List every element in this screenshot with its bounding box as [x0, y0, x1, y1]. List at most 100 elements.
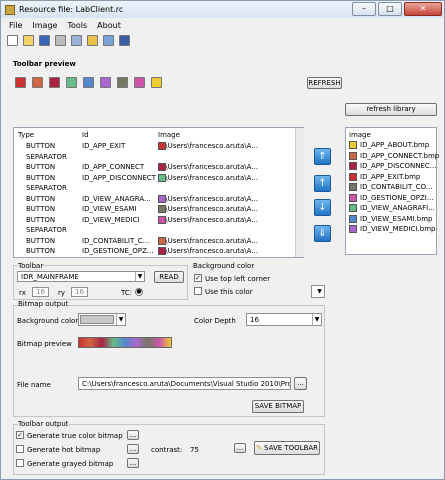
- library-item[interactable]: ID_APP_DISCONNEC...: [349, 162, 436, 170]
- row-image: C:\Users\francesco.aruta\A...: [158, 163, 258, 171]
- library-item[interactable]: ID_GESTIONE_OPZI...: [349, 193, 434, 202]
- table-row[interactable]: BUTTON ID_CONTABILIT_C... C:\Users\frances…: [14, 236, 294, 247]
- toolbar-group-label: Toolbar: [18, 262, 44, 270]
- grayed-bitmap-browse-button[interactable]: ...: [127, 458, 139, 468]
- library-item[interactable]: ID_VIEW_ESAMI.bmp: [349, 214, 432, 223]
- row-type: BUTTON: [26, 174, 55, 182]
- file-name-field[interactable]: C:\Users\francesco.aruta\Documents\Visua…: [78, 377, 291, 390]
- col-id-header: Id: [82, 131, 89, 139]
- wand-icon: ✎: [255, 444, 262, 452]
- bmp-file-icon: [349, 204, 357, 212]
- bitmap-bg-color-picker[interactable]: ▼: [78, 313, 126, 326]
- col-image-header: Image: [158, 131, 180, 139]
- library-item-label: ID_APP_ABOUT.bmp: [360, 141, 430, 149]
- refresh-library-button[interactable]: refresh library: [345, 103, 437, 116]
- row-id: ID_VIEW_MEDICI: [82, 216, 140, 224]
- cell-text: C:\Users\francesco.aruta\A...: [158, 247, 259, 255]
- cell-text: BUTTON: [26, 173, 56, 182]
- grayed-bitmap-checkbox[interactable]: [16, 459, 24, 467]
- contrast-browse-button[interactable]: ...: [234, 443, 246, 453]
- toolbar-select[interactable]: IDR_MAINFRAME ▼: [17, 271, 145, 282]
- anagrafica-icon: [66, 77, 77, 88]
- library-item-label: ID_VIEW_MEDICI.bmp: [360, 225, 436, 233]
- cell-text: BUTTON: [26, 236, 56, 245]
- table-row[interactable]: BUTTON ID_APP_DISCONNECT C:\Users\francesc…: [14, 173, 294, 184]
- table-row[interactable]: BUTTON ID_GESTIONE_OPZ... C:\Users\frances…: [14, 247, 294, 257]
- save-toolbar-button[interactable]: ✎ SAVE TOOLBAR: [254, 441, 320, 455]
- ry-field[interactable]: 16: [71, 287, 88, 297]
- read-button[interactable]: READ: [154, 271, 184, 283]
- table-row[interactable]: BUTTON ID_VIEW_ESAMI C:\Users\francesco.ar…: [14, 205, 294, 215]
- table-row[interactable]: SEPARATOR: [14, 184, 294, 194]
- tc-radio[interactable]: ●: [135, 288, 143, 296]
- chevron-down-icon: ▼: [312, 314, 321, 325]
- use-top-left-checkbox[interactable]: ✓: [194, 274, 202, 282]
- move-down-button[interactable]: ↓: [314, 199, 331, 216]
- menu-about[interactable]: About: [97, 21, 121, 30]
- edit-icon[interactable]: [55, 35, 66, 46]
- library-item-label: ID_APP_EXIT.bmp: [360, 172, 421, 181]
- library-header: image: [349, 131, 371, 139]
- menu-image[interactable]: Image: [32, 21, 57, 30]
- cell-text: SEPARATOR: [26, 226, 67, 234]
- grid-icon[interactable]: [119, 35, 130, 46]
- hot-bitmap-browse-button[interactable]: ...: [127, 444, 139, 454]
- browse-file-button[interactable]: ...: [294, 377, 307, 390]
- table-row[interactable]: SEPARATOR: [14, 226, 294, 236]
- chevron-down-icon: ▼: [116, 314, 125, 325]
- table-row[interactable]: BUTTON ID_VIEW_ANAGRA... C:\Users\francesc…: [14, 194, 294, 205]
- maximize-button[interactable]: □: [378, 2, 402, 16]
- new-file-icon[interactable]: [7, 35, 18, 46]
- table-row[interactable]: BUTTON ID_VIEW_MEDICI C:\Users\francesco.a…: [14, 215, 294, 226]
- rx-field[interactable]: 16: [32, 287, 49, 297]
- cell-text: SEPARATOR: [26, 152, 67, 161]
- refresh-icon[interactable]: [71, 35, 82, 46]
- disconnect-icon: [49, 77, 60, 88]
- menu-file[interactable]: File: [9, 21, 22, 30]
- refresh-button[interactable]: REFRESH: [307, 77, 342, 89]
- library-item[interactable]: ID_APP_ABOUT.bmp: [349, 141, 429, 149]
- library-item[interactable]: ID_APP_CONNECT.bmp: [349, 151, 439, 160]
- row-type: BUTTON: [26, 237, 55, 245]
- move-top-button[interactable]: ⇑: [314, 148, 331, 165]
- library-item[interactable]: ID_APP_EXIT.bmp: [349, 172, 421, 181]
- open-folder-icon[interactable]: [23, 35, 34, 46]
- export-icon[interactable]: [103, 35, 114, 46]
- ry-label: ry: [58, 289, 66, 297]
- use-this-color-checkbox[interactable]: [194, 287, 202, 295]
- true-color-browse-button[interactable]: ...: [127, 430, 139, 440]
- table-row[interactable]: BUTTON ID_APP_CONNECT C:\Users\francesco.a…: [14, 163, 294, 173]
- cell-text: ID_CONTABILIT_C...: [82, 236, 150, 245]
- minimize-button[interactable]: –: [352, 2, 376, 16]
- toolbar-output-label: Toolbar output: [18, 420, 69, 428]
- table-row[interactable]: SEPARATOR: [14, 153, 294, 163]
- image-thumb-icon: [158, 247, 166, 255]
- row-id: ID_GESTIONE_OPZ...: [82, 247, 153, 255]
- hot-bitmap-checkbox[interactable]: [16, 445, 24, 453]
- library-item[interactable]: ID_VIEW_MEDICI.bmp: [349, 225, 435, 233]
- exit-icon: [15, 77, 26, 88]
- row-type: SEPARATOR: [26, 153, 67, 161]
- table-row[interactable]: BUTTON ID_APP_EXIT C:\Users\francesco.arut…: [14, 142, 294, 152]
- true-color-checkbox[interactable]: ✓: [16, 431, 24, 439]
- library-item[interactable]: ID_CONTABILIT_CO...: [349, 183, 433, 191]
- move-bottom-button[interactable]: ⇓: [314, 225, 331, 242]
- library-item[interactable]: ID_VIEW_ANAGRAFI...: [349, 204, 435, 212]
- bg-color-dropdown[interactable]: ▼: [311, 285, 325, 298]
- wand-icon[interactable]: [87, 35, 98, 46]
- save-icon[interactable]: [39, 35, 50, 46]
- menu-tools[interactable]: Tools: [67, 21, 87, 30]
- contrast-value[interactable]: 75: [190, 446, 199, 454]
- close-button[interactable]: ✕: [404, 2, 442, 16]
- cell-text: ID_VIEW_ANAGRA...: [82, 194, 151, 203]
- cell-text: ID_VIEW_MEDICI: [82, 215, 140, 224]
- move-up-button[interactable]: ↑: [314, 175, 331, 192]
- cell-text: ID_APP_EXIT: [82, 142, 126, 150]
- image-thumb-icon: [158, 163, 166, 171]
- color-depth-select[interactable]: 16 ▼: [246, 313, 322, 326]
- table-scrollbar[interactable]: [295, 128, 304, 257]
- resource-table: Type Id Image BUTTON ID_APP_EXIT C:\Users\…: [13, 127, 304, 258]
- color-swatch: [80, 315, 114, 324]
- save-bitmap-button[interactable]: SAVE BITMAP: [252, 400, 304, 413]
- title-bar: Resource file: LabClient.rc – □ ✕: [1, 1, 444, 18]
